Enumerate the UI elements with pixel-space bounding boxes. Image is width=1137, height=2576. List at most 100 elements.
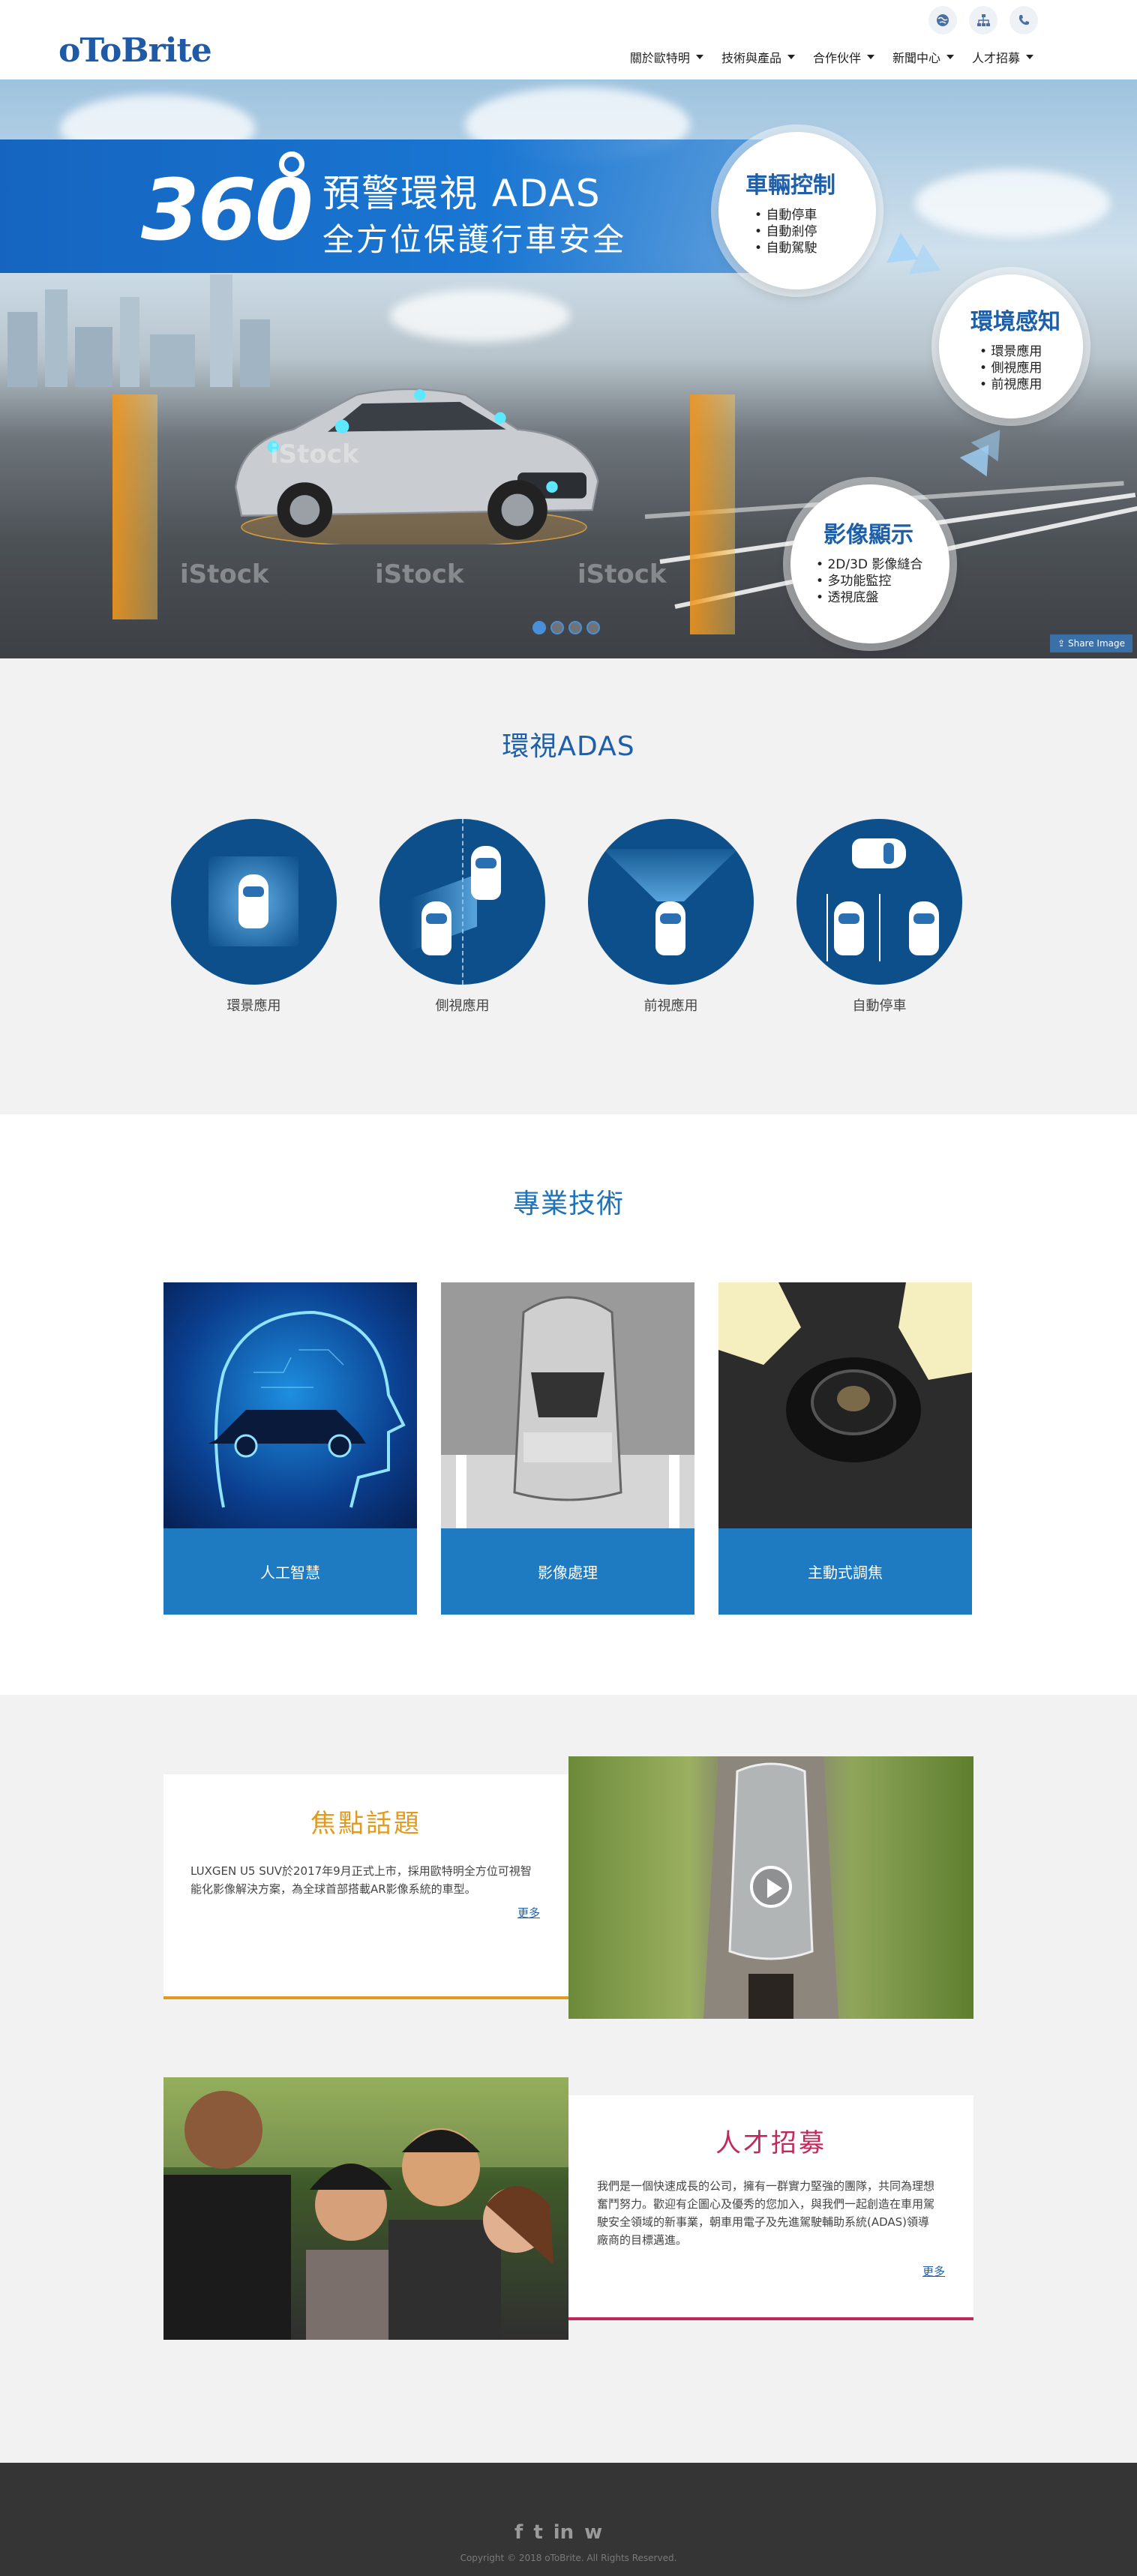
carousel-dot-2[interactable] bbox=[550, 621, 564, 634]
adas-item-parking[interactable]: 自動停車 bbox=[796, 819, 962, 1015]
hero-banner: 360 預警環視 ADAS 全方位保護行車安全 iStock iStock iS… bbox=[0, 79, 1137, 658]
chevron-down-icon bbox=[866, 55, 874, 59]
nav-careers[interactable]: 人才招募 bbox=[972, 48, 1034, 66]
tech-card-ai[interactable]: 人工智慧 bbox=[164, 1282, 417, 1615]
share-label: Share Image bbox=[1067, 638, 1125, 649]
watermark: iStock bbox=[270, 439, 359, 469]
nav-about-label: 關於歐特明 bbox=[629, 51, 690, 65]
nav-products[interactable]: 技術與產品 bbox=[722, 48, 795, 66]
focus-video[interactable] bbox=[568, 1756, 974, 2019]
adas-item-surround[interactable]: 環景應用 bbox=[171, 819, 337, 1015]
adas-section: 環視ADAS 環景應用 側視應用 前視應用 自動停車 bbox=[0, 658, 1137, 1114]
bubble-item: 透視底盤 bbox=[816, 589, 950, 606]
focus-text: LUXGEN U5 SUV於2017年9月正式上市，採用歐特明全方位可視智能化影… bbox=[190, 1864, 532, 1896]
phone-icon[interactable] bbox=[1010, 6, 1038, 34]
watermark: iStock bbox=[578, 559, 667, 589]
tech-cards: 人工智慧 影像處理 主動式調焦 bbox=[164, 1282, 972, 1615]
hero-360-number: 360 bbox=[141, 162, 314, 259]
globe-icon[interactable] bbox=[928, 6, 957, 34]
nav-news[interactable]: 新聞中心 bbox=[892, 48, 954, 66]
bubble-item: 側視應用 bbox=[980, 360, 1083, 376]
twitter-icon[interactable]: t bbox=[533, 2521, 542, 2544]
chevron-down-icon bbox=[946, 55, 954, 59]
main-nav: 關於歐特明 技術與產品 合作伙伴 新聞中心 人才招募 bbox=[630, 48, 1034, 66]
tech-section: 專業技術 人工智慧 影像處理 主動式調焦 bbox=[0, 1114, 1137, 1695]
nav-products-label: 技術與產品 bbox=[721, 51, 782, 65]
tech-label: 主動式調焦 bbox=[718, 1528, 972, 1615]
careers-title: 人才招募 bbox=[716, 2128, 826, 2158]
adas-item-side[interactable]: 側視應用 bbox=[380, 819, 545, 1015]
hero-car-image bbox=[235, 388, 599, 544]
carousel-dots bbox=[532, 621, 600, 634]
bubble-item: 自動駕駛 bbox=[754, 240, 876, 256]
bubble-item: 自動停車 bbox=[754, 207, 876, 223]
news-section: 焦點話題 LUXGEN U5 SUV於2017年9月正式上市，採用歐特明全方位可… bbox=[0, 1695, 1137, 2463]
nav-news-label: 新聞中心 bbox=[892, 51, 940, 65]
tech-label: 影像處理 bbox=[441, 1528, 694, 1615]
careers-image bbox=[164, 2077, 568, 2340]
focus-more-link[interactable]: 更多 bbox=[518, 1905, 540, 1921]
watermark: iStock bbox=[180, 559, 269, 589]
degree-icon bbox=[279, 151, 304, 177]
tech-card-image-processing[interactable]: 影像處理 bbox=[441, 1282, 694, 1615]
bubble-item: 2D/3D 影像縫合 bbox=[816, 556, 950, 573]
site-logo[interactable]: oToBrite bbox=[58, 31, 212, 70]
carousel-dot-1[interactable] bbox=[532, 621, 546, 634]
adas-label: 環景應用 bbox=[226, 998, 281, 1014]
focus-topic-panel: 焦點話題 LUXGEN U5 SUV於2017年9月正式上市，採用歐特明全方位可… bbox=[164, 1774, 568, 1999]
site-footer: f t in w Copyright © 2018 oToBrite. All … bbox=[0, 2463, 1137, 2576]
hero-title-line2: 全方位保護行車安全 bbox=[322, 221, 627, 258]
social-links: f t in w bbox=[514, 2521, 602, 2544]
tech-card-active-focus[interactable]: 主動式調焦 bbox=[718, 1282, 972, 1615]
side-view-icon bbox=[380, 819, 545, 985]
careers-more-link[interactable]: 更多 bbox=[922, 2263, 945, 2279]
chevron-down-icon bbox=[1026, 55, 1034, 59]
bubble-item: 環景應用 bbox=[980, 343, 1083, 360]
focus-title: 焦點話題 bbox=[310, 1809, 422, 1839]
sensor-pillar-right bbox=[690, 394, 735, 634]
image-processing-image bbox=[441, 1282, 694, 1528]
sitemap-icon[interactable] bbox=[969, 6, 998, 34]
bubble-title: 車輛控制 bbox=[746, 172, 836, 199]
cloud-decoration bbox=[915, 169, 1110, 237]
chevron-down-icon bbox=[787, 55, 795, 59]
adas-label: 自動停車 bbox=[852, 998, 907, 1014]
tech-title: 專業技術 bbox=[512, 1189, 624, 1219]
adas-items: 環景應用 側視應用 前視應用 自動停車 bbox=[171, 819, 962, 1015]
bubble-environment-sensing: 環境感知 環景應用 側視應用 前視應用 bbox=[939, 274, 1083, 418]
nav-partners-label: 合作伙伴 bbox=[812, 51, 861, 65]
auto-parking-icon bbox=[796, 819, 962, 985]
bubble-image-display: 影像顯示 2D/3D 影像縫合 多功能監控 透視底盤 bbox=[790, 484, 950, 643]
front-view-icon bbox=[588, 819, 754, 985]
play-icon[interactable] bbox=[750, 1866, 792, 1908]
weibo-icon[interactable]: w bbox=[584, 2521, 602, 2544]
cloud-decoration bbox=[390, 289, 570, 342]
bubble-item: 前視應用 bbox=[980, 376, 1083, 393]
nav-careers-label: 人才招募 bbox=[971, 51, 1020, 65]
top-utility-icons bbox=[928, 6, 1038, 34]
chevron-down-icon bbox=[695, 55, 704, 59]
bubble-title: 環境感知 bbox=[970, 309, 1060, 335]
adas-item-front[interactable]: 前視應用 bbox=[588, 819, 754, 1015]
adas-title: 環視ADAS bbox=[502, 731, 635, 762]
facebook-icon[interactable]: f bbox=[514, 2521, 523, 2544]
carousel-dot-4[interactable] bbox=[586, 621, 600, 634]
careers-panel: 人才招募 我們是一個快速成長的公司，擁有一群實力堅強的團隊，共同為理想奮鬥努力。… bbox=[568, 2095, 974, 2320]
site-header: oToBrite 關於歐特明 技術與產品 合作伙伴 新聞中心 人才招募 bbox=[0, 0, 1137, 79]
share-image-button[interactable]: ⇪ Share Image bbox=[1050, 634, 1132, 652]
watermark: iStock bbox=[375, 559, 464, 589]
city-skyline bbox=[8, 274, 270, 387]
bubble-vehicle-control: 車輛控制 自動停車 自動剎停 自動駕駛 bbox=[718, 132, 876, 289]
adas-label: 前視應用 bbox=[644, 998, 698, 1014]
bubble-title: 影像顯示 bbox=[824, 522, 914, 548]
surround-view-icon bbox=[171, 819, 337, 985]
carousel-dot-3[interactable] bbox=[568, 621, 582, 634]
tech-label: 人工智慧 bbox=[164, 1528, 417, 1615]
nav-about[interactable]: 關於歐特明 bbox=[630, 48, 704, 66]
camera-lens-image bbox=[718, 1282, 972, 1528]
ai-brain-image bbox=[164, 1282, 417, 1528]
linkedin-icon[interactable]: in bbox=[554, 2521, 574, 2544]
hero-title-line1: 預警環視 ADAS bbox=[322, 172, 602, 215]
sensor-pillar-left bbox=[112, 394, 158, 619]
nav-partners[interactable]: 合作伙伴 bbox=[813, 48, 874, 66]
